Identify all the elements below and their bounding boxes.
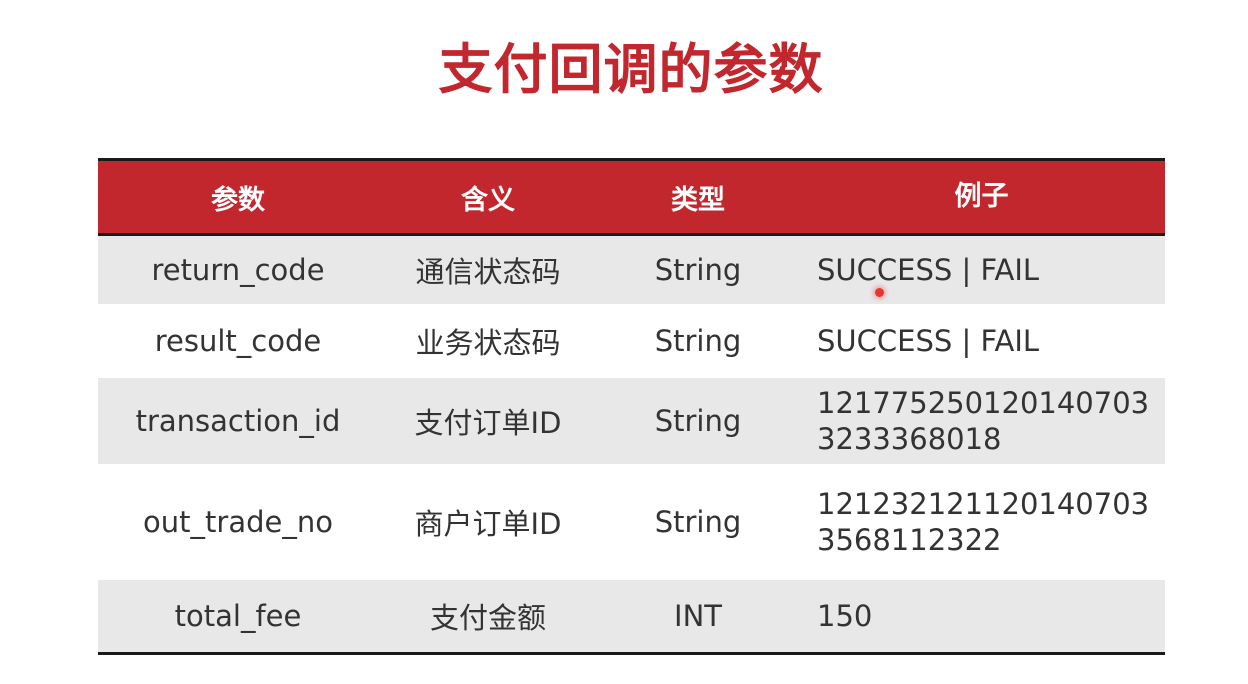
param-name: out_trade_no <box>143 505 333 539</box>
param-name: total_fee <box>174 599 302 633</box>
param-meaning: 支付金额 <box>429 601 546 635</box>
header-example: 例子 <box>954 181 1009 212</box>
example-line: 150 <box>817 599 873 633</box>
table-row: total_fee 支付金额 INT 150 <box>98 578 1165 652</box>
param-example: 150 <box>798 598 1165 634</box>
param-meaning: 通信状态码 <box>415 255 561 289</box>
table-header: 参数 含义 类型 例子 <box>98 158 1165 236</box>
param-type: String <box>654 324 742 358</box>
param-example: 121232121120140703 3568112322 <box>798 486 1165 558</box>
header-type: 类型 <box>671 184 725 216</box>
param-name: result_code <box>154 324 322 358</box>
table-bottom-rule <box>98 652 1165 655</box>
example-line: SUCCESS | FAIL <box>817 253 1040 287</box>
example-line: 3233368018 <box>817 422 1002 456</box>
header-meaning: 含义 <box>461 184 515 216</box>
header-name: 参数 <box>211 184 265 216</box>
table-row: transaction_id 支付订单ID String 12177525012… <box>98 376 1165 464</box>
example-line: SUCCESS | FAIL <box>817 324 1040 358</box>
parameter-table: 参数 含义 类型 例子 return_code 通信状态码 String SUC… <box>98 158 1165 655</box>
table-row: return_code 通信状态码 String SUCCESS | FAIL <box>98 236 1165 304</box>
param-name: return_code <box>151 253 325 287</box>
example-line: 3568112322 <box>817 523 1002 557</box>
param-meaning: 支付订单ID <box>414 406 562 440</box>
param-type: String <box>654 505 742 539</box>
page-title: 支付回调的参数 <box>438 38 824 101</box>
param-example: SUCCESS | FAIL <box>798 323 1165 359</box>
param-name: transaction_id <box>135 404 341 438</box>
table-row: result_code 业务状态码 String SUCCESS | FAIL <box>98 304 1165 376</box>
example-line: 121232121120140703 <box>817 487 1150 521</box>
param-meaning: 商户订单ID <box>414 507 562 541</box>
param-type: INT <box>674 599 722 633</box>
param-example: 121775250120140703 3233368018 <box>798 385 1165 457</box>
example-line: 121775250120140703 <box>817 386 1150 420</box>
param-type: String <box>654 404 742 438</box>
param-example: SUCCESS | FAIL <box>798 252 1165 288</box>
param-type: String <box>654 253 742 287</box>
table-row: out_trade_no 商户订单ID String 1212321211201… <box>98 464 1165 578</box>
param-meaning: 业务状态码 <box>415 326 561 360</box>
pointer-cursor <box>875 288 884 297</box>
